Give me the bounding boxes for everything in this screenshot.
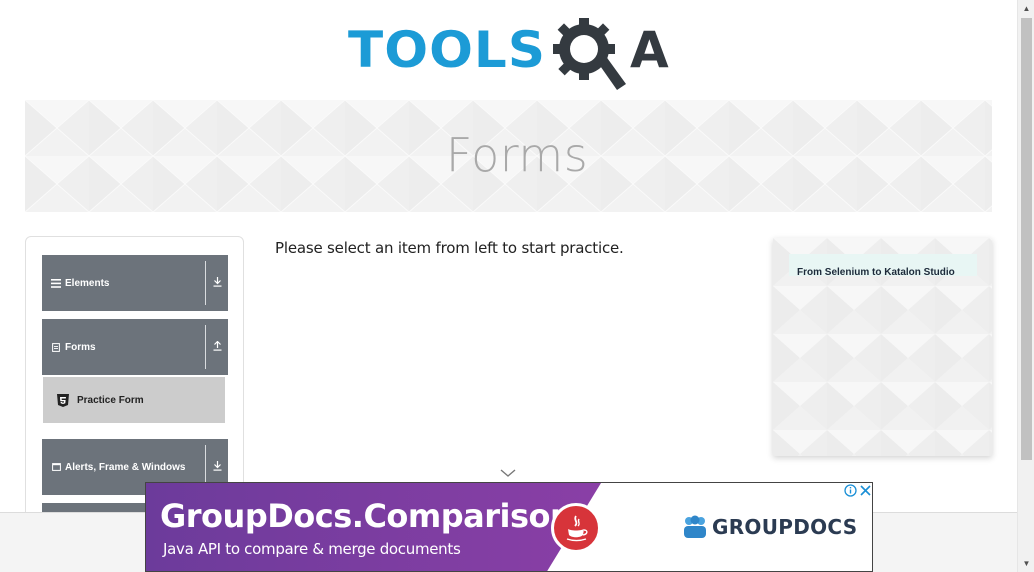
adchoices-icon[interactable] <box>842 483 858 498</box>
page: TOOLS A Forms Elements Forms Practice Fo… <box>0 0 1034 572</box>
vertical-scrollbar[interactable]: ▲ ▼ <box>1017 0 1034 572</box>
nav-group-forms[interactable]: Forms <box>42 319 228 375</box>
chevron-down-icon[interactable] <box>500 467 516 479</box>
menu-item-label: Practice Form <box>77 394 144 406</box>
document-icon <box>51 342 61 352</box>
logo-text-tools: TOOLS <box>348 21 546 79</box>
scroll-down-arrow-icon[interactable]: ▼ <box>1018 555 1034 572</box>
scrollbar-thumb[interactable] <box>1021 18 1032 460</box>
nav-group-elements[interactable]: Elements <box>42 255 228 311</box>
side-ad-text: From Selenium to Katalon Studio <box>797 267 955 278</box>
groupdocs-brand: GROUPDOCS <box>712 515 858 539</box>
logo-text-a: A <box>630 21 669 79</box>
nav-group-label: Alerts, Frame & Windows <box>65 461 186 473</box>
ad-headline: GroupDocs.Comparison <box>160 497 573 535</box>
page-title: Forms <box>445 128 589 182</box>
download-arrow-icon[interactable] <box>206 461 228 473</box>
bottom-advertisement[interactable]: GroupDocs.Comparison Java API to compare… <box>145 482 873 572</box>
scroll-up-arrow-icon[interactable]: ▲ <box>1018 0 1034 17</box>
ad-subheadline: Java API to compare & merge documents <box>163 540 461 558</box>
html5-icon <box>57 393 69 407</box>
side-advertisement[interactable]: From Selenium to Katalon Studio <box>773 238 992 456</box>
instruction-text: Please select an item from left to start… <box>275 239 624 257</box>
groupdocs-icon <box>684 515 706 538</box>
menu-item-practice-form[interactable]: Practice Form <box>43 377 225 423</box>
toolsqa-logo[interactable]: TOOLS A <box>348 14 678 92</box>
java-icon <box>551 503 601 553</box>
nav-group-label: Forms <box>65 341 96 353</box>
upload-arrow-icon[interactable] <box>206 340 228 353</box>
close-icon[interactable] <box>858 483 872 498</box>
groupdocs-logo: GROUPDOCS <box>682 515 857 539</box>
download-arrow-icon[interactable] <box>206 277 228 289</box>
list-icon <box>51 278 61 288</box>
nav-group-label: Elements <box>65 277 110 289</box>
window-icon <box>51 463 61 471</box>
gear-magnifier-icon <box>553 18 626 90</box>
